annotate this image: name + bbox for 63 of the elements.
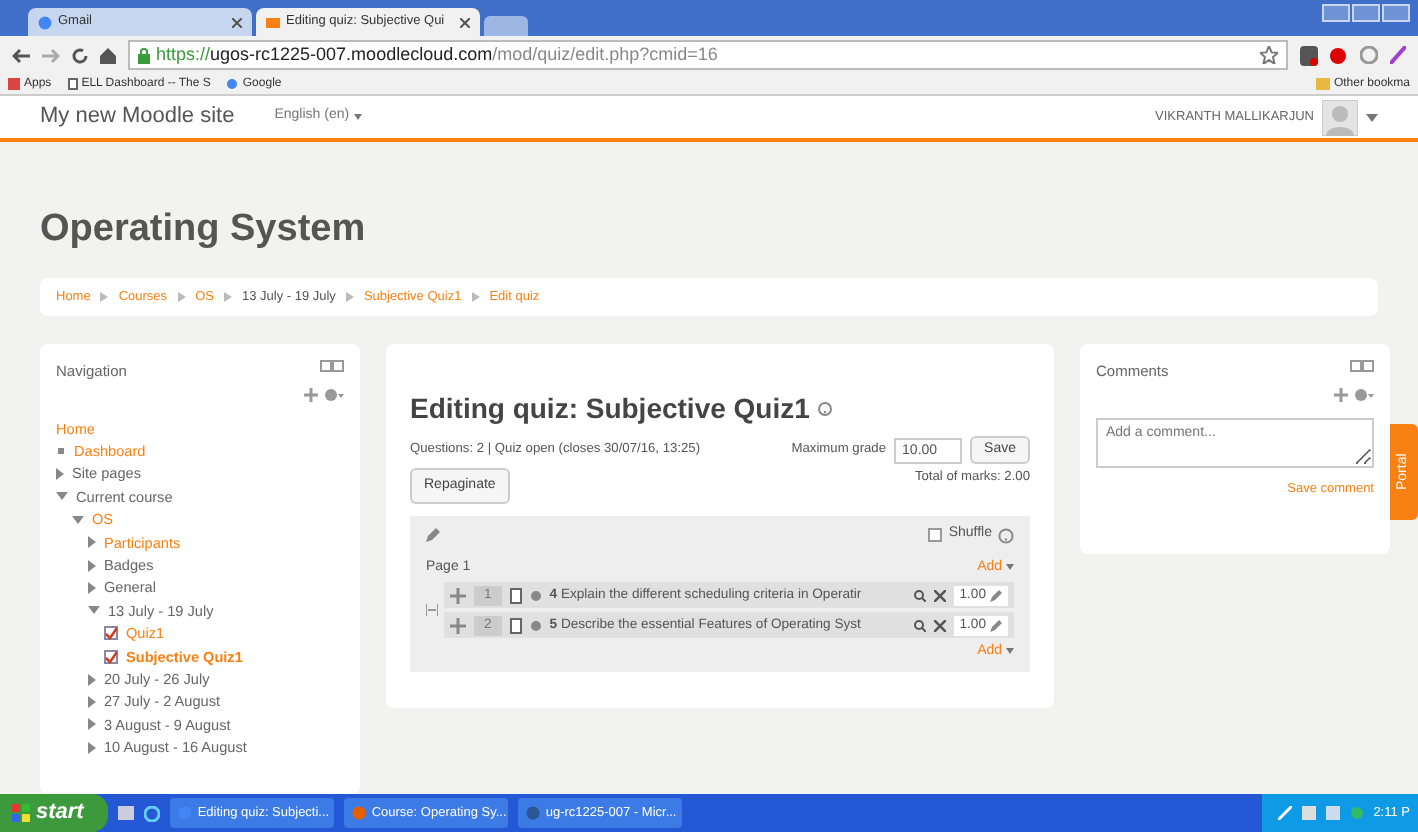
move-icon[interactable] <box>450 587 466 604</box>
separator-icon <box>345 291 354 302</box>
star-icon[interactable] <box>1260 46 1278 64</box>
close-button[interactable] <box>1382 4 1410 22</box>
url-text: https://ugos-rc1225-007.moodlecloud.com/mod/quiz/edit.php?cmid=16 <box>156 41 718 68</box>
move-icon[interactable] <box>304 387 318 401</box>
separator-icon <box>223 291 232 302</box>
folder-icon <box>1315 78 1330 90</box>
help-icon[interactable] <box>998 527 1014 543</box>
page-break-icon[interactable] <box>426 604 438 617</box>
pencil-icon[interactable] <box>426 528 440 542</box>
dock-icon[interactable] <box>320 360 344 373</box>
move-icon[interactable] <box>450 617 466 634</box>
separator-icon <box>177 291 186 302</box>
minimize-button[interactable] <box>1322 4 1350 22</box>
delete-icon[interactable] <box>933 619 946 632</box>
expanded-arrow-icon[interactable] <box>88 606 100 615</box>
shuffle-checkbox[interactable] <box>928 528 943 542</box>
preview-icon[interactable] <box>913 589 926 602</box>
lock-icon <box>138 47 150 63</box>
forward-icon[interactable] <box>42 47 60 63</box>
back-icon[interactable] <box>12 47 30 63</box>
collapsed-arrow-icon[interactable] <box>88 582 96 595</box>
collapsed-arrow-icon[interactable] <box>56 468 64 481</box>
collapsed-arrow-icon[interactable] <box>88 718 96 731</box>
collapsed-arrow-icon[interactable] <box>88 741 96 754</box>
separator-icon <box>100 291 109 302</box>
collapsed-arrow-icon[interactable] <box>88 673 96 686</box>
preview-icon[interactable] <box>913 619 926 632</box>
desktop-icon[interactable] <box>117 805 134 821</box>
avatar-icon[interactable] <box>1322 99 1358 135</box>
start-button[interactable]: start <box>0 794 108 832</box>
quiz-icon <box>104 649 118 664</box>
caret-icon[interactable] <box>1366 113 1378 121</box>
app-icon <box>351 806 366 820</box>
app-icon <box>525 806 540 820</box>
page-icon <box>67 78 78 90</box>
site-name-link[interactable]: My new Moodle site <box>40 100 235 134</box>
address-field[interactable]: https://ugos-rc1225-007.moodlecloud.com/mod/quiz/edit.php?cmid=16 <box>128 40 1288 70</box>
expanded-arrow-icon[interactable] <box>56 492 68 501</box>
expanded-arrow-icon[interactable] <box>72 515 84 524</box>
course-title: Operating System <box>40 206 368 254</box>
move-icon[interactable] <box>1334 387 1348 401</box>
browser-icon[interactable] <box>143 805 160 821</box>
dock-icon[interactable] <box>1350 360 1374 373</box>
close-icon[interactable] <box>232 17 242 27</box>
collapsed-arrow-icon[interactable] <box>88 536 96 549</box>
windows-logo-icon <box>12 804 30 822</box>
reload-icon[interactable] <box>72 47 88 63</box>
delete-icon[interactable] <box>933 589 946 602</box>
close-icon[interactable] <box>460 17 470 27</box>
pencil-icon[interactable] <box>990 589 1002 602</box>
apps-grid-icon <box>8 78 20 90</box>
page-heading: Editing quiz: Subjective Quiz1 <box>410 390 810 429</box>
separator-icon <box>471 291 480 302</box>
collapsed-arrow-icon[interactable] <box>88 696 96 709</box>
home-icon[interactable] <box>100 47 116 63</box>
bullet-icon <box>58 448 64 455</box>
quiz-icon <box>104 626 118 641</box>
maximize-button[interactable] <box>1352 4 1380 22</box>
collapsed-arrow-icon[interactable] <box>88 559 96 572</box>
help-icon[interactable] <box>817 402 832 417</box>
pencil-icon[interactable] <box>990 619 1002 632</box>
